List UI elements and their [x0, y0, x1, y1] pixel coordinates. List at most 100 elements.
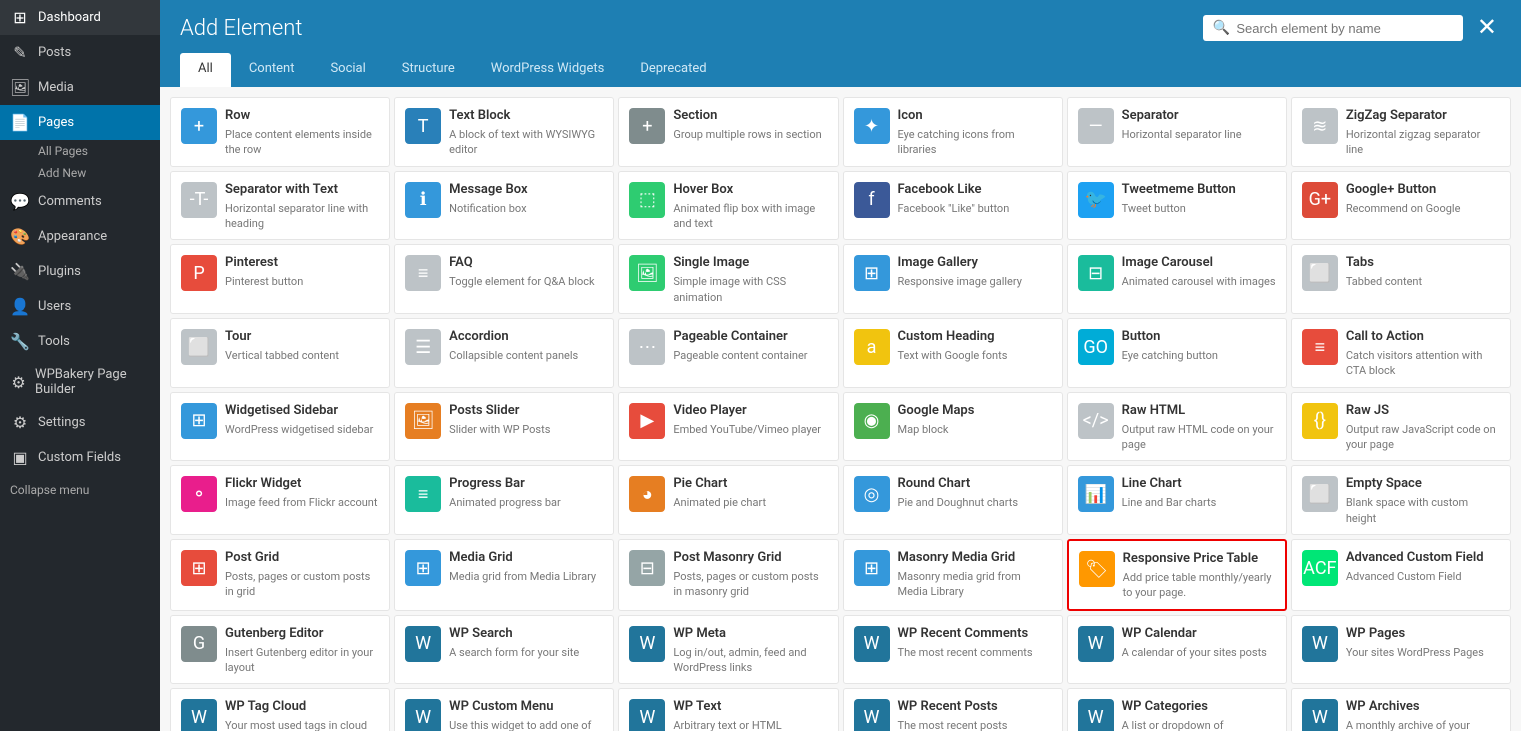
element-card-wp-recent-posts[interactable]: WWP Recent PostsThe most recent posts: [843, 688, 1063, 731]
post-masonry-grid-name: Post Masonry Grid: [673, 550, 827, 567]
accordion-name: Accordion: [449, 329, 603, 346]
element-card-pinterest[interactable]: PPinterestPinterest button: [170, 244, 390, 314]
element-card-image-carousel[interactable]: ⊟Image CarouselAnimated carousel with im…: [1067, 244, 1287, 314]
element-card-row[interactable]: +RowPlace content elements inside the ro…: [170, 97, 390, 167]
pageable-container-icon: ⋯: [629, 329, 665, 365]
tab-all[interactable]: All: [180, 53, 231, 87]
element-card-hover-box[interactable]: ⬚Hover BoxAnimated flip box with image a…: [618, 171, 838, 241]
sidebar-item-pages[interactable]: 📄 Pages: [0, 105, 160, 140]
element-card-pageable-container[interactable]: ⋯Pageable ContainerPageable content cont…: [618, 318, 838, 388]
tab-wordpress-widgets[interactable]: WordPress Widgets: [473, 53, 623, 87]
separator-name: Separator: [1122, 108, 1276, 125]
element-card-wp-pages[interactable]: WWP PagesYour sites WordPress Pages: [1291, 615, 1511, 685]
tab-structure[interactable]: Structure: [384, 53, 473, 87]
element-card-wp-text[interactable]: WWP TextArbitrary text or HTML: [618, 688, 838, 731]
element-card-gutenberg-editor[interactable]: GGutenberg EditorInsert Gutenberg editor…: [170, 615, 390, 685]
sidebar-item-users[interactable]: 👤 Users: [0, 289, 160, 324]
element-card-accordion[interactable]: ☰AccordionCollapsible content panels: [394, 318, 614, 388]
wp-pages-icon: W: [1302, 626, 1338, 662]
element-card-masonry-media-grid[interactable]: ⊞Masonry Media GridMasonry media grid fr…: [843, 539, 1063, 611]
tab-content[interactable]: Content: [231, 53, 313, 87]
gutenberg-editor-desc: Insert Gutenberg editor in your layout: [225, 645, 379, 676]
element-card-button[interactable]: GOButtonEye catching button: [1067, 318, 1287, 388]
sidebar-sub-all-pages[interactable]: All Pages: [0, 140, 160, 162]
raw-js-desc: Output raw JavaScript code on your page: [1346, 422, 1500, 453]
element-card-tweetmeme[interactable]: 🐦Tweetmeme ButtonTweet button: [1067, 171, 1287, 241]
icon-icon: ✦: [854, 108, 890, 144]
custom-fields-icon: ▣: [10, 448, 30, 467]
element-card-flickr-widget[interactable]: ⚬Flickr WidgetImage feed from Flickr acc…: [170, 465, 390, 535]
element-card-media-grid[interactable]: ⊞Media GridMedia grid from Media Library: [394, 539, 614, 611]
element-card-section[interactable]: +SectionGroup multiple rows in section: [618, 97, 838, 167]
tweetmeme-icon: 🐦: [1078, 182, 1114, 218]
sidebar-item-media[interactable]: 🖼 Media: [0, 70, 160, 105]
element-card-facebook-like[interactable]: fFacebook LikeFacebook "Like" button: [843, 171, 1063, 241]
sidebar-item-tools[interactable]: 🔧 Tools: [0, 324, 160, 359]
element-card-wp-calendar[interactable]: WWP CalendarA calendar of your sites pos…: [1067, 615, 1287, 685]
element-card-raw-html[interactable]: </>Raw HTMLOutput raw HTML code on your …: [1067, 392, 1287, 462]
element-card-google-plus[interactable]: G+Google+ ButtonRecommend on Google: [1291, 171, 1511, 241]
element-card-faq[interactable]: ≡FAQToggle element for Q&A block: [394, 244, 614, 314]
tabs-name: Tabs: [1346, 255, 1500, 272]
wp-meta-desc: Log in/out, admin, feed and WordPress li…: [673, 645, 827, 676]
element-card-wp-custom-menu[interactable]: WWP Custom MenuUse this widget to add on…: [394, 688, 614, 731]
element-card-empty-space[interactable]: ⬜Empty SpaceBlank space with custom heig…: [1291, 465, 1511, 535]
sidebar-item-posts[interactable]: ✎ Posts: [0, 35, 160, 70]
element-card-image-gallery[interactable]: ⊞Image GalleryResponsive image gallery: [843, 244, 1063, 314]
element-card-separator-text[interactable]: -T-Separator with TextHorizontal separat…: [170, 171, 390, 241]
sidebar-item-custom-fields[interactable]: ▣ Custom Fields: [0, 440, 160, 475]
close-button[interactable]: ✕: [1473, 16, 1501, 40]
advanced-custom-field-info: Advanced Custom FieldAdvanced Custom Fie…: [1346, 550, 1500, 584]
element-card-progress-bar[interactable]: ≡Progress BarAnimated progress bar: [394, 465, 614, 535]
search-input[interactable]: [1236, 21, 1453, 36]
wp-search-desc: A search form for your site: [449, 645, 603, 660]
sidebar-item-dashboard[interactable]: ⊞ Dashboard: [0, 0, 160, 35]
element-card-wp-archives[interactable]: WWP ArchivesA monthly archive of your po…: [1291, 688, 1511, 731]
element-card-video-player[interactable]: ▶Video PlayerEmbed YouTube/Vimeo player: [618, 392, 838, 462]
sidebar-item-comments[interactable]: 💬 Comments: [0, 184, 160, 219]
element-card-google-maps[interactable]: ◉Google MapsMap block: [843, 392, 1063, 462]
tour-name: Tour: [225, 329, 379, 346]
wp-recent-comments-desc: The most recent comments: [898, 645, 1052, 660]
element-card-custom-heading[interactable]: aCustom HeadingText with Google fonts: [843, 318, 1063, 388]
element-card-post-grid[interactable]: ⊞Post GridPosts, pages or custom posts i…: [170, 539, 390, 611]
element-card-posts-slider[interactable]: 🖼Posts SliderSlider with WP Posts: [394, 392, 614, 462]
element-card-responsive-price-table[interactable]: 🏷Responsive Price TableAdd price table m…: [1067, 539, 1287, 611]
element-card-wp-search[interactable]: WWP SearchA search form for your site: [394, 615, 614, 685]
collapse-menu[interactable]: Collapse menu: [0, 475, 160, 505]
button-desc: Eye catching button: [1122, 348, 1276, 363]
element-card-icon[interactable]: ✦IconEye catching icons from libraries: [843, 97, 1063, 167]
element-card-widgetised-sidebar[interactable]: ⊞Widgetised SidebarWordPress widgetised …: [170, 392, 390, 462]
element-card-text-block[interactable]: TText BlockA block of text with WYSIWYG …: [394, 97, 614, 167]
row-desc: Place content elements inside the row: [225, 127, 379, 158]
sidebar-label-pages: Pages: [38, 115, 74, 130]
element-card-wp-tag-cloud[interactable]: WWP Tag CloudYour most used tags in clou…: [170, 688, 390, 731]
line-chart-icon: 📊: [1078, 476, 1114, 512]
element-card-advanced-custom-field[interactable]: ACFAdvanced Custom FieldAdvanced Custom …: [1291, 539, 1511, 611]
sidebar-sub-add-new[interactable]: Add New: [0, 162, 160, 184]
element-card-post-masonry-grid[interactable]: ⊟Post Masonry GridPosts, pages or custom…: [618, 539, 838, 611]
tweetmeme-name: Tweetmeme Button: [1122, 182, 1276, 199]
element-card-message-box[interactable]: ℹMessage BoxNotification box: [394, 171, 614, 241]
element-card-round-chart[interactable]: ◎Round ChartPie and Doughnut charts: [843, 465, 1063, 535]
sidebar-item-appearance[interactable]: 🎨 Appearance: [0, 219, 160, 254]
sidebar-item-settings[interactable]: ⚙ Settings: [0, 405, 160, 440]
element-card-single-image[interactable]: 🖼Single ImageSimple image with CSS anima…: [618, 244, 838, 314]
element-card-zigzag-separator[interactable]: ≋ZigZag SeparatorHorizontal zigzag separ…: [1291, 97, 1511, 167]
element-card-wp-meta[interactable]: WWP MetaLog in/out, admin, feed and Word…: [618, 615, 838, 685]
element-card-call-to-action[interactable]: ≡Call to ActionCatch visitors attention …: [1291, 318, 1511, 388]
wp-tag-cloud-name: WP Tag Cloud: [225, 699, 379, 716]
element-card-tabs[interactable]: ⬜TabsTabbed content: [1291, 244, 1511, 314]
tab-deprecated[interactable]: Deprecated: [622, 53, 724, 87]
element-card-separator[interactable]: —SeparatorHorizontal separator line: [1067, 97, 1287, 167]
element-card-line-chart[interactable]: 📊Line ChartLine and Bar charts: [1067, 465, 1287, 535]
element-card-pie-chart[interactable]: ◕Pie ChartAnimated pie chart: [618, 465, 838, 535]
sidebar-item-wpbakery[interactable]: ⚙ WPBakery Page Builder: [0, 359, 160, 405]
empty-space-info: Empty SpaceBlank space with custom heigh…: [1346, 476, 1500, 526]
element-card-wp-recent-comments[interactable]: WWP Recent CommentsThe most recent comme…: [843, 615, 1063, 685]
sidebar-item-plugins[interactable]: 🔌 Plugins: [0, 254, 160, 289]
tab-social[interactable]: Social: [312, 53, 383, 87]
element-card-tour[interactable]: ⬜TourVertical tabbed content: [170, 318, 390, 388]
element-card-wp-categories[interactable]: WWP CategoriesA list or dropdown of cate…: [1067, 688, 1287, 731]
element-card-raw-js[interactable]: {}Raw JSOutput raw JavaScript code on yo…: [1291, 392, 1511, 462]
